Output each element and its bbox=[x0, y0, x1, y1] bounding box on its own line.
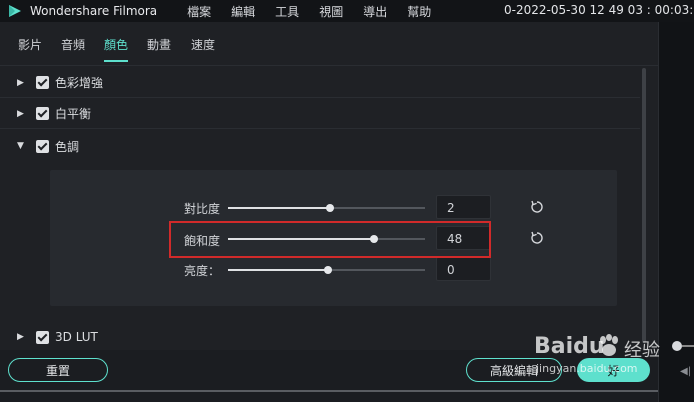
color-enhancement-checkbox[interactable] bbox=[36, 76, 49, 89]
title-bar: Wondershare Filmora 檔案 編輯 工具 視圖 導出 幫助 0-… bbox=[0, 0, 694, 22]
reset-button[interactable]: 重置 bbox=[8, 358, 108, 382]
brightness-value-field[interactable]: 0 bbox=[436, 257, 491, 281]
section-3d-lut[interactable]: ▶ 3D LUT bbox=[0, 322, 640, 352]
menu-bar: 檔案 編輯 工具 視圖 導出 幫助 bbox=[187, 3, 451, 20]
expand-arrow-icon[interactable]: ▶ bbox=[17, 78, 27, 88]
white-balance-checkbox[interactable] bbox=[36, 107, 49, 120]
previous-frame-icon[interactable]: ◀| bbox=[680, 366, 691, 377]
playhead-handle[interactable] bbox=[672, 341, 682, 351]
section-label: 白平衡 bbox=[55, 107, 92, 121]
filmora-logo-icon bbox=[9, 5, 21, 17]
timeline-divider bbox=[0, 390, 658, 392]
menu-export[interactable]: 導出 bbox=[363, 3, 387, 20]
contrast-slider-handle[interactable] bbox=[326, 204, 334, 212]
3d-lut-checkbox[interactable] bbox=[36, 330, 49, 344]
contrast-slider[interactable] bbox=[228, 204, 425, 212]
reset-icon[interactable] bbox=[530, 231, 544, 245]
tone-checkbox[interactable] bbox=[36, 139, 49, 153]
tab-color[interactable]: 顏色 bbox=[104, 36, 128, 53]
playhead-track bbox=[682, 345, 694, 347]
section-color-enhancement[interactable]: ▶ 色彩增強 bbox=[0, 68, 640, 98]
section-label: 色彩增強 bbox=[55, 76, 104, 90]
reset-icon[interactable] bbox=[530, 200, 544, 214]
menu-help[interactable]: 幫助 bbox=[407, 3, 431, 20]
brightness-label: 亮度： bbox=[184, 264, 221, 278]
menu-view[interactable]: 視圖 bbox=[319, 3, 343, 20]
tab-audio[interactable]: 音頻 bbox=[61, 36, 85, 53]
advanced-edit-button[interactable]: 高級編輯 bbox=[466, 358, 562, 382]
brightness-row: 亮度： 0 bbox=[50, 257, 617, 283]
project-title: 0-2022-05-30 12 49 03 : 00:03:55 bbox=[504, 3, 694, 17]
scrollbar[interactable] bbox=[642, 68, 646, 343]
contrast-slider-fill bbox=[228, 207, 330, 209]
tab-animation[interactable]: 動畫 bbox=[147, 36, 171, 53]
expand-arrow-icon[interactable]: ▶ bbox=[17, 109, 27, 119]
contrast-row: 對比度 2 bbox=[50, 195, 617, 221]
brightness-slider-fill bbox=[228, 269, 328, 271]
tab-bar: 影片 音頻 顏色 動畫 速度 bbox=[0, 22, 658, 66]
contrast-value: 2 bbox=[447, 201, 455, 215]
contrast-label: 對比度 bbox=[184, 202, 221, 216]
tab-video[interactable]: 影片 bbox=[18, 36, 42, 53]
ok-button[interactable]: 好 bbox=[577, 358, 650, 382]
tab-speed[interactable]: 速度 bbox=[191, 36, 215, 53]
section-white-balance[interactable]: ▶ 白平衡 bbox=[0, 99, 640, 129]
menu-tools[interactable]: 工具 bbox=[275, 3, 299, 20]
brightness-slider[interactable] bbox=[228, 266, 425, 274]
section-tone[interactable]: ▼ 色調 bbox=[0, 131, 640, 161]
section-label: 色調 bbox=[55, 139, 80, 154]
saturation-highlight-annotation bbox=[169, 221, 491, 258]
menu-edit[interactable]: 編輯 bbox=[231, 3, 255, 20]
brightness-slider-handle[interactable] bbox=[324, 266, 332, 274]
section-label: 3D LUT bbox=[55, 330, 98, 344]
collapse-arrow-icon[interactable]: ▼ bbox=[17, 141, 27, 151]
active-tab-indicator bbox=[104, 60, 128, 62]
contrast-value-field[interactable]: 2 bbox=[436, 195, 491, 219]
brightness-value: 0 bbox=[447, 263, 455, 277]
app-title: Wondershare Filmora bbox=[30, 4, 158, 18]
menu-file[interactable]: 檔案 bbox=[187, 3, 211, 20]
expand-arrow-icon[interactable]: ▶ bbox=[17, 332, 27, 342]
